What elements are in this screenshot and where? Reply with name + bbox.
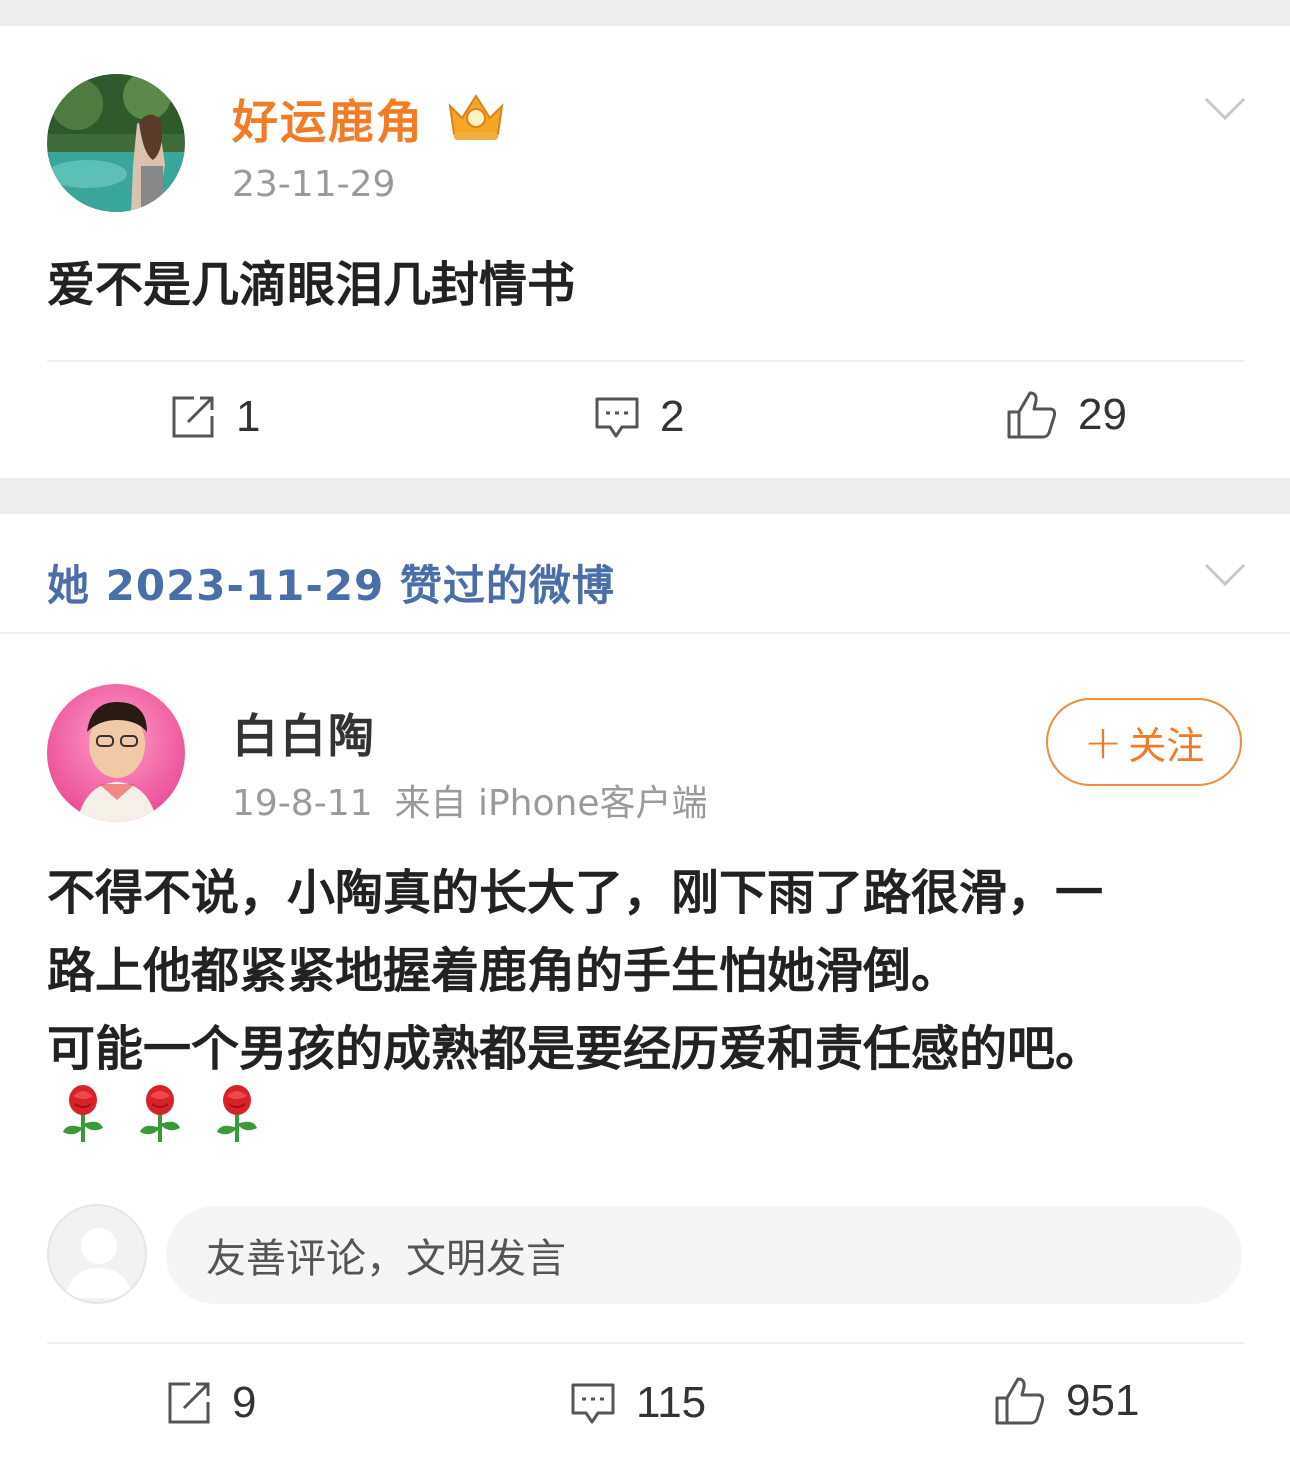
comment-count: 115	[636, 1378, 707, 1427]
rose-icon	[217, 1085, 258, 1142]
username[interactable]: 白白陶	[232, 700, 376, 766]
chevron-down-icon[interactable]	[1204, 562, 1246, 588]
comment-button[interactable]: 2	[594, 392, 684, 442]
repost-count: 9	[232, 1378, 257, 1427]
post-source: 来自 iPhone客户端	[394, 783, 708, 824]
rose-emoji-row	[55, 1084, 281, 1148]
comment-button[interactable]: 115	[570, 1378, 706, 1428]
post-text: 爱不是几滴眼泪几封情书	[47, 257, 576, 313]
divider	[47, 1342, 1245, 1344]
plus-icon: +	[1083, 715, 1123, 769]
like-count: 951	[1066, 1376, 1140, 1425]
comment-count: 2	[660, 392, 685, 441]
comment-input[interactable]: 友善评论，文明发言	[166, 1206, 1242, 1304]
liked-section-title: 她 2023-11-29 赞过的微博	[47, 561, 615, 610]
like-button[interactable]: 29	[1006, 390, 1127, 440]
like-button[interactable]: 951	[994, 1376, 1139, 1426]
post-date: 23-11-29	[232, 164, 396, 205]
post-text-line: 不得不说，小陶真的长大了，刚下雨了路很滑，一	[47, 865, 1104, 921]
post-text: 不得不说，小陶真的长大了，刚下雨了路很滑，一 路上他都紧紧地握着鹿角的手生怕她滑…	[47, 854, 1247, 1088]
post-meta: 19-8-11 来自 iPhone客户端	[232, 774, 729, 826]
like-count: 29	[1078, 390, 1127, 439]
avatar[interactable]	[47, 74, 185, 212]
section-gap	[0, 478, 1290, 514]
post-card-1: 好运鹿角 23-11-29 爱不是几滴眼泪几封情书 1 2 29	[0, 26, 1290, 478]
current-user-avatar	[47, 1204, 147, 1304]
repost-button[interactable]: 9	[166, 1378, 256, 1428]
top-gap	[0, 0, 1290, 26]
rose-icon	[140, 1085, 181, 1142]
repost-icon	[168, 1382, 210, 1424]
chevron-down-icon[interactable]	[1204, 96, 1246, 122]
follow-button[interactable]: + 关注	[1046, 698, 1242, 786]
post-date: 19-8-11	[232, 783, 373, 824]
divider	[47, 360, 1245, 362]
repost-icon	[172, 396, 214, 438]
repost-button[interactable]: 1	[170, 392, 260, 442]
post-text-line: 可能一个男孩的成熟都是要经历爱和责任感的吧。	[47, 1021, 1104, 1077]
follow-label: 关注	[1128, 723, 1205, 768]
avatar[interactable]	[47, 684, 185, 822]
comment-icon	[571, 1383, 615, 1424]
liked-section-header[interactable]: 她 2023-11-29 赞过的微博	[0, 514, 1290, 634]
rose-icon	[63, 1085, 103, 1142]
username[interactable]: 好运鹿角	[232, 86, 424, 152]
like-icon	[1007, 391, 1057, 439]
post-text-line: 路上他都紧紧地握着鹿角的手生怕她滑倒。	[47, 943, 960, 999]
repost-count: 1	[236, 392, 261, 441]
like-icon	[995, 1377, 1045, 1425]
comment-icon	[595, 397, 639, 438]
crown-icon	[448, 94, 504, 140]
post-card-2: 白白陶 19-8-11 来自 iPhone客户端 + 关注 不得不说，小陶真的长大…	[0, 636, 1290, 1462]
